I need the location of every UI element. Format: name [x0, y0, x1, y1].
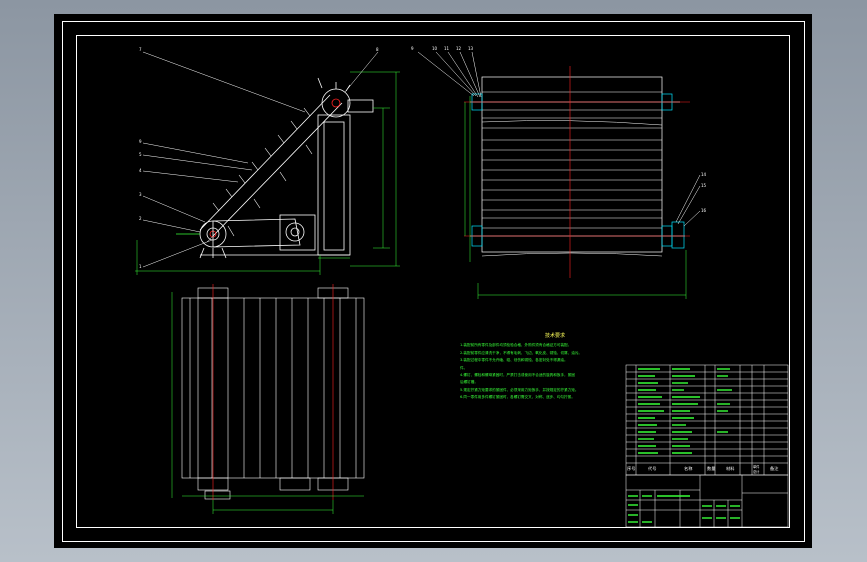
svg-text:序号: 序号: [627, 465, 635, 472]
side-view-dimensions: [135, 71, 400, 275]
callout: 16: [701, 208, 707, 213]
callout: 15: [701, 183, 707, 188]
callout: 5: [139, 152, 142, 157]
callout: 7: [139, 47, 142, 52]
side-view: [176, 77, 374, 259]
callout: 13: [468, 46, 474, 51]
side-view-leaders: [142, 51, 379, 268]
notes-line: 6.同一零件用多件螺钉紧固时，各螺钉需交叉、对称、逐步、均匀拧紧。: [460, 395, 575, 400]
svg-text:名称: 名称: [684, 465, 692, 472]
callout: 14: [701, 172, 707, 177]
svg-text:代号: 代号: [648, 465, 656, 472]
callout: 4: [139, 168, 142, 173]
notes-line: 1.装配前所有零件及部件均须检验合格，外购件须有合格证方可装配。: [460, 343, 572, 348]
bom-row-text: [638, 368, 732, 454]
callout: 1: [139, 264, 142, 269]
callout: 11: [444, 46, 450, 51]
notes-line: 件。: [460, 365, 468, 370]
notes-line: 后螺钉槽。: [460, 380, 478, 385]
top-view: [181, 287, 365, 500]
notes-line: 5.规定拧紧力矩要求的紧固件，必须采用力矩扳手，并按规定的拧紧力矩。: [460, 387, 579, 392]
notes-line: 3.装配过程中零件不允许磕、碰、划伤和锈蚀，各密封处不得漏油。: [460, 358, 568, 363]
notes-title: 技术要求: [544, 333, 565, 339]
title-block: [625, 474, 789, 528]
svg-text:总计: 总计: [753, 469, 760, 474]
front-view: [470, 76, 685, 257]
bom-header: 序号 代号 名称 数量 材料 单件 总计 备注: [627, 464, 779, 474]
callout: 10: [432, 46, 438, 51]
callout: 12: [456, 46, 462, 51]
callout: 9: [139, 139, 142, 144]
svg-text:材料: 材料: [726, 465, 735, 472]
side-view-callout-labels: 7 8 9 5 4 3 2 1: [139, 47, 379, 269]
front-view-dimensions: [464, 96, 687, 299]
svg-text:数量: 数量: [707, 465, 715, 472]
callout: 8: [376, 47, 379, 52]
cad-drawing: 7 8 9 5 4 3 2 1 9 10 11 12 13 14 15 16 序…: [62, 21, 805, 542]
top-view-centerlines: [212, 284, 334, 500]
front-view-centerlines: [464, 66, 690, 278]
inner-frame: [76, 35, 790, 528]
notes-line: 2.装配前零件应清洗干净，不得有毛刺、飞边、氧化皮、锈蚀、切屑、油污。: [460, 350, 583, 355]
technical-requirements: 技术要求 1.装配前所有零件及部件均须检验合格，外购件须有合格证方可装配。 2.…: [460, 333, 610, 402]
svg-text:单件: 单件: [753, 464, 760, 469]
callout: 9: [411, 46, 414, 51]
svg-text:备注: 备注: [770, 465, 779, 472]
bom-table: [625, 364, 789, 476]
notes-line: 4.螺钉、螺栓和螺母紧固时，严禁打击或使用不合适的旋具和扳手，紧固: [460, 373, 575, 378]
outer-frame: [62, 21, 805, 542]
callout: 3: [139, 192, 142, 197]
top-view-dimensions: [171, 292, 364, 514]
callout: 2: [139, 216, 142, 221]
